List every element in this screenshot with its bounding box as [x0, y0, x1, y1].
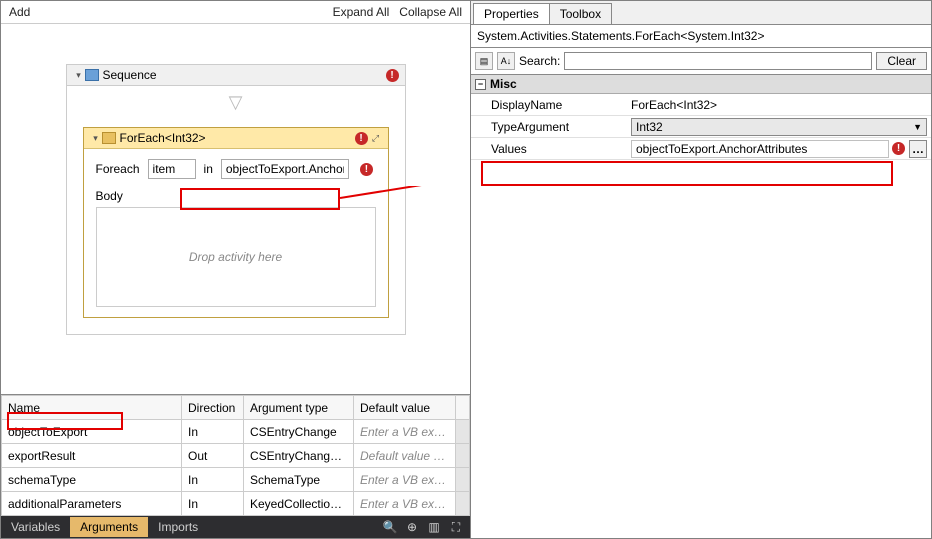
foreach-label: Foreach	[96, 162, 140, 176]
in-expression-input[interactable]	[221, 159, 349, 179]
collapse-icon[interactable]: ▾	[73, 69, 85, 81]
foreach-icon	[102, 132, 116, 144]
scope-label: System.Activities.Statements.ForEach<Sys…	[471, 25, 931, 48]
drop-hint: Drop activity here	[189, 250, 282, 264]
tab-variables[interactable]: Variables	[1, 517, 70, 537]
foreach-activity[interactable]: ▾ ForEach<Int32> ! ⤢ Foreach in	[83, 127, 389, 318]
tab-imports[interactable]: Imports	[148, 517, 208, 537]
cell[interactable]: In	[182, 492, 244, 516]
argument-row[interactable]: additionalParametersInKeyedCollection<SE…	[2, 492, 470, 516]
fit-icon[interactable]: ⛶	[448, 519, 464, 535]
body-label: Body	[96, 189, 376, 203]
type-argument-combo[interactable]: Int32 ▼	[631, 118, 927, 136]
argument-row[interactable]: exportResultOutCSEntryChangeResDefault v…	[2, 444, 470, 468]
combo-value: Int32	[636, 120, 663, 134]
item-variable-input[interactable]	[148, 159, 196, 179]
error-icon: !	[386, 69, 399, 82]
arguments-grid[interactable]: Name Direction Argument type Default val…	[1, 394, 470, 516]
bottom-tabs: Variables Arguments Imports 🔍 ⊕ ▥ ⛶	[1, 516, 470, 538]
prop-values[interactable]: Values objectToExport.AnchorAttributes !…	[471, 138, 931, 160]
collapse-icon[interactable]: ▾	[90, 132, 102, 144]
collapse-all-link[interactable]: Collapse All	[399, 5, 462, 19]
scrollbar[interactable]	[456, 492, 470, 516]
cell[interactable]: CSEntryChangeRes	[244, 444, 354, 468]
prop-name-label: Values	[471, 142, 627, 156]
sort-az-button[interactable]: A↓	[497, 52, 515, 70]
prop-name-label: DisplayName	[471, 98, 627, 112]
overview-icon[interactable]: ▥	[426, 519, 442, 535]
prop-typeargument[interactable]: TypeArgument Int32 ▼	[471, 116, 931, 138]
cell[interactable]: SchemaType	[244, 468, 354, 492]
col-type[interactable]: Argument type	[244, 396, 354, 420]
cell[interactable]: CSEntryChange	[244, 420, 354, 444]
ellipsis-button[interactable]: …	[909, 140, 927, 158]
cell[interactable]: In	[182, 468, 244, 492]
body-drop-zone[interactable]: Drop activity here	[96, 207, 376, 307]
add-link[interactable]: Add	[9, 5, 30, 19]
scrollbar[interactable]	[456, 420, 470, 444]
cell[interactable]: additionalParameters	[2, 492, 182, 516]
prop-value[interactable]: ForEach<Int32>	[631, 98, 717, 112]
cell[interactable]: Enter a VB express	[354, 492, 456, 516]
categorize-button[interactable]: ▤	[475, 52, 493, 70]
values-editor[interactable]: objectToExport.AnchorAttributes	[631, 140, 889, 158]
sequence-activity[interactable]: ▾ Sequence ! ▽ ▾ ForEach<Int32> ! ⤢	[66, 64, 406, 335]
error-icon: !	[355, 132, 368, 145]
sequence-icon	[85, 69, 99, 81]
prop-name-label: TypeArgument	[471, 120, 627, 134]
chevron-down-icon: ▼	[913, 122, 922, 132]
prop-displayname[interactable]: DisplayName ForEach<Int32>	[471, 94, 931, 116]
cell[interactable]: schemaType	[2, 468, 182, 492]
drop-arrow-icon: ▽	[67, 86, 405, 119]
in-label: in	[204, 162, 213, 176]
cell[interactable]: Default value not su	[354, 444, 456, 468]
scrollbar[interactable]	[456, 468, 470, 492]
misc-category-label: Misc	[490, 77, 517, 91]
tab-properties[interactable]: Properties	[473, 3, 550, 24]
cell[interactable]: Out	[182, 444, 244, 468]
foreach-title: ForEach<Int32>	[120, 131, 352, 145]
cell[interactable]: Enter a VB express	[354, 420, 456, 444]
cell[interactable]: KeyedCollection<S	[244, 492, 354, 516]
col-direction[interactable]: Direction	[182, 396, 244, 420]
search-input[interactable]	[564, 52, 872, 70]
cell[interactable]: objectToExport	[2, 420, 182, 444]
col-default[interactable]: Default value	[354, 396, 456, 420]
argument-row[interactable]: objectToExportInCSEntryChangeEnter a VB …	[2, 420, 470, 444]
clear-button[interactable]: Clear	[876, 52, 927, 70]
sequence-title: Sequence	[103, 68, 383, 82]
argument-row[interactable]: schemaTypeInSchemaTypeEnter a VB express	[2, 468, 470, 492]
error-icon: !	[360, 163, 373, 176]
expand-all-link[interactable]: Expand All	[333, 5, 390, 19]
tab-arguments[interactable]: Arguments	[70, 517, 148, 537]
collapse-icon[interactable]: −	[475, 79, 486, 90]
scrollbar[interactable]	[456, 396, 470, 420]
col-name[interactable]: Name	[2, 396, 182, 420]
expand-icon[interactable]: ⤢	[370, 132, 382, 144]
search-icon[interactable]: 🔍	[382, 519, 398, 535]
cell[interactable]: exportResult	[2, 444, 182, 468]
tab-toolbox[interactable]: Toolbox	[549, 3, 612, 24]
zoom-icon[interactable]: ⊕	[404, 519, 420, 535]
search-label: Search:	[519, 54, 560, 68]
cell[interactable]: Enter a VB express	[354, 468, 456, 492]
error-icon: !	[892, 142, 905, 155]
designer-canvas[interactable]: ▾ Sequence ! ▽ ▾ ForEach<Int32> ! ⤢	[1, 24, 470, 394]
cell[interactable]: In	[182, 420, 244, 444]
scrollbar[interactable]	[456, 444, 470, 468]
